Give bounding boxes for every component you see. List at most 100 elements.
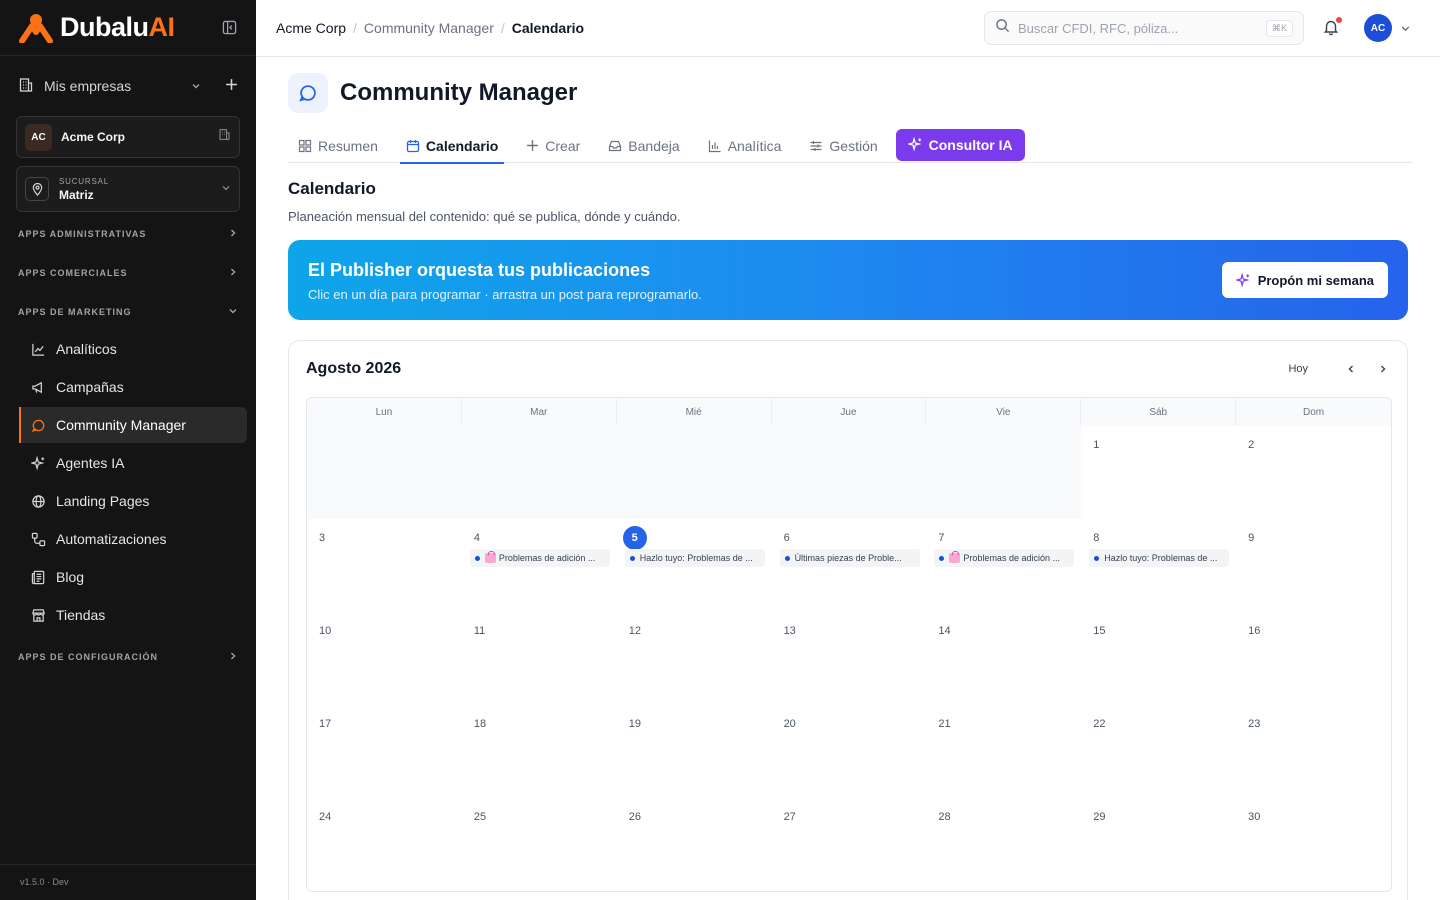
group-config-apps[interactable]: APPS DE CONFIGURACIÓN (0, 637, 256, 676)
calendar-day[interactable]: 15 (1081, 612, 1236, 705)
calendar-day[interactable]: 5 Hazlo tuyo: Problemas de ... (617, 519, 772, 612)
breadcrumb-item-app[interactable]: Community Manager (364, 20, 494, 36)
calendar-day[interactable]: 22 (1081, 705, 1236, 798)
grid-icon (298, 139, 312, 153)
tab-crear[interactable]: Crear (516, 129, 590, 163)
search-input[interactable] (1018, 20, 1266, 36)
tab-consultor-ia[interactable]: Consultor IA (895, 128, 1025, 161)
breadcrumb-item-company[interactable]: Acme Corp (276, 20, 346, 36)
sidebar-item-agentes-ia[interactable]: Agentes IA (19, 445, 247, 481)
tab-calendario[interactable]: Calendario (396, 129, 508, 164)
calendar-day[interactable]: 19 (617, 705, 772, 798)
tab-resumen[interactable]: Resumen (288, 129, 388, 163)
calendar-day[interactable]: 20 (772, 705, 927, 798)
calendar-day[interactable]: 7 Problemas de adición ... (926, 519, 1081, 612)
chevron-left-icon[interactable] (1344, 364, 1358, 374)
calendar-day-number: 22 (1093, 718, 1106, 730)
calendar-day[interactable]: 23 (1236, 705, 1391, 798)
group-marketing-apps[interactable]: APPS DE MARKETING (0, 292, 256, 331)
calendar-day[interactable]: 29 (1081, 798, 1236, 891)
chevron-right-icon (228, 651, 238, 663)
tab-label: Analítica (727, 137, 782, 154)
sliders-icon (809, 139, 823, 153)
calendar-day[interactable]: 25 (462, 798, 617, 891)
calendar-day[interactable]: 6 Últimas piezas de Proble... (772, 519, 927, 612)
calendar-day[interactable]: 14 (926, 612, 1081, 705)
calendar-event[interactable]: Últimas piezas de Proble... (779, 549, 920, 567)
company-selector[interactable]: AC Acme Corp (16, 116, 240, 158)
chevron-down-icon[interactable] (1400, 21, 1411, 39)
calendar-day[interactable]: 4 Problemas de adición ... (462, 519, 617, 612)
calendar-day[interactable]: 3 (307, 519, 462, 612)
newspaper-icon (30, 569, 46, 585)
chevron-down-icon[interactable] (191, 78, 201, 94)
calendar-week-row: 3 4 Problemas de adición ... 5 Hazlo tuyo: P… (307, 519, 1391, 612)
calendar-day[interactable]: 11 (462, 612, 617, 705)
calendar-day[interactable]: 27 (772, 798, 927, 891)
chevron-right-icon[interactable] (1376, 364, 1390, 374)
calendar-day-number: 28 (938, 811, 951, 823)
calendar-day[interactable]: 13 (772, 612, 927, 705)
propose-week-button[interactable]: Propón mi semana (1221, 262, 1388, 298)
group-admin-apps[interactable]: APPS ADMINISTRATIVAS (0, 214, 256, 253)
logo-row: DubaluAI (0, 0, 256, 56)
calendar-day-number: 10 (319, 625, 332, 637)
sidebar-item-automatizaciones[interactable]: Automatizaciones (19, 521, 247, 557)
calendar-day[interactable]: 24 (307, 798, 462, 891)
calendar-day[interactable]: 12 (617, 612, 772, 705)
global-search[interactable]: ⌘K (984, 11, 1304, 45)
calendar-day[interactable]: 18 (462, 705, 617, 798)
store-icon (30, 607, 46, 623)
chat-bubble-icon (30, 417, 46, 433)
branch-selector[interactable]: SUCURSAL Matriz (16, 166, 240, 212)
sidebar-item-landing-pages[interactable]: Landing Pages (19, 483, 247, 519)
calendar-day[interactable]: 1 (1081, 426, 1236, 519)
my-companies-toggle[interactable]: Mis empresas (16, 56, 240, 116)
calendar-day[interactable]: 16 (1236, 612, 1391, 705)
calendar-month: Agosto 2026 (306, 360, 402, 377)
sidebar-item-tiendas[interactable]: Tiendas (19, 597, 247, 633)
topbar: Acme Corp / Community Manager / Calendar… (256, 0, 1440, 57)
tab-bandeja[interactable]: Bandeja (598, 129, 689, 163)
calendar-day[interactable]: 21 (926, 705, 1081, 798)
user-avatar[interactable]: AC (1364, 14, 1392, 42)
sidebar-item-blog[interactable]: Blog (19, 559, 247, 595)
sidebar-item-campanas[interactable]: Campañas (19, 369, 247, 405)
today-button[interactable]: Hoy (1288, 363, 1308, 375)
tab-analitica[interactable]: Analítica (698, 129, 792, 163)
tab-label: Calendario (425, 137, 499, 154)
add-company-button[interactable] (225, 78, 238, 94)
calendar-icon (406, 139, 420, 153)
tab-gestion[interactable]: Gestión (799, 129, 887, 163)
calendar-day[interactable]: 2 (1236, 426, 1391, 519)
calendar-event[interactable]: Problemas de adición ... (469, 549, 610, 567)
sidebar-item-community-manager[interactable]: Community Manager (19, 407, 247, 443)
branch-value: Matriz (59, 187, 94, 202)
page-title: Community Manager (340, 79, 578, 106)
sidebar-item-label: Community Manager (56, 417, 186, 433)
calendar-header: Agosto 2026 Hoy (306, 341, 1390, 397)
sidebar-item-analiticos[interactable]: Analíticos (19, 331, 247, 367)
calendar-day[interactable]: 28 (926, 798, 1081, 891)
calendar-event[interactable]: Hazlo tuyo: Problemas de ... (1089, 549, 1230, 567)
breadcrumb-item-current: Calendario (511, 20, 585, 36)
weekday-label: Mié (617, 398, 772, 426)
event-title: Últimas piezas de Proble... (794, 553, 902, 563)
calendar-day-number: 13 (783, 625, 796, 637)
app-version: v1.5.0 · Dev (0, 864, 256, 900)
group-commercial-apps[interactable]: APPS COMERCIALES (0, 253, 256, 292)
sidebar-item-label: Campañas (56, 379, 124, 395)
notifications-bell-icon[interactable] (1322, 17, 1342, 38)
collapse-sidebar-icon[interactable] (220, 19, 238, 37)
calendar-day[interactable]: 10 (307, 612, 462, 705)
calendar-day[interactable]: 8 Hazlo tuyo: Problemas de ... (1081, 519, 1236, 612)
calendar-event[interactable]: Hazlo tuyo: Problemas de ... (624, 549, 765, 567)
calendar-day[interactable]: 30 (1236, 798, 1391, 891)
calendar-day-number: 7 (938, 532, 945, 544)
calendar-week-row: 12 (307, 426, 1391, 519)
calendar-event[interactable]: Problemas de adición ... (934, 549, 1075, 567)
calendar-day[interactable]: 9 (1236, 519, 1391, 612)
calendar-day[interactable]: 17 (307, 705, 462, 798)
calendar-day[interactable]: 26 (617, 798, 772, 891)
calendar-weeks: 1 2 3 4 Problemas de adición ... 5 Hazlo tuyo:… (307, 426, 1391, 891)
